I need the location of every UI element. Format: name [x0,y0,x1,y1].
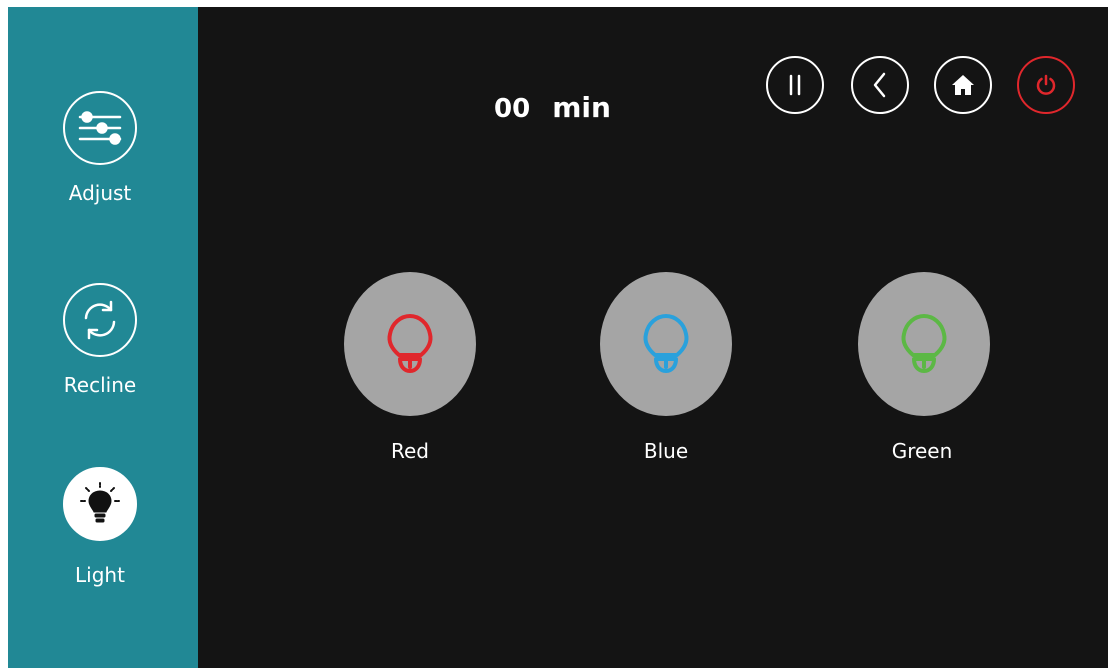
home-icon [952,75,974,95]
blue-light-label: Blue [643,439,689,463]
sidebar-item-recline[interactable]: Recline [8,283,198,413]
sidebar-item-label: Recline [63,373,137,397]
timer-display: 00 min [494,91,611,124]
lightbulb-icon [901,314,947,373]
lightbulb-icon [387,314,433,373]
adjust-button[interactable] [63,91,137,165]
green-light-label: Green [891,439,953,463]
back-icon [873,72,886,98]
sliders-icon [78,111,122,145]
timer-value: 00 [494,94,531,124]
blue-light-button[interactable] [600,272,732,416]
timer-unit: min [552,91,611,124]
power-button[interactable] [1017,56,1075,114]
pause-button[interactable] [766,56,824,114]
sidebar-item-light[interactable]: Light [8,467,198,597]
sidebar-item-adjust[interactable]: Adjust [8,91,198,221]
light-button[interactable] [63,467,137,541]
home-button[interactable] [934,56,992,114]
recline-button[interactable] [63,283,137,357]
app-screen: Adjust Recline Light 00 min Red Blue Gre… [8,7,1108,668]
lightbulb-icon [80,482,120,523]
red-light-button[interactable] [344,272,476,416]
power-icon [1036,74,1056,95]
lightbulb-icon [643,314,689,373]
back-button[interactable] [851,56,909,114]
recline-icon [84,300,116,340]
red-light-label: Red [391,439,429,463]
sidebar-item-label: Light [75,563,125,587]
pause-icon [789,74,801,96]
sidebar: Adjust Recline Light [8,7,198,668]
sidebar-item-label: Adjust [68,181,132,205]
green-light-button[interactable] [858,272,990,416]
